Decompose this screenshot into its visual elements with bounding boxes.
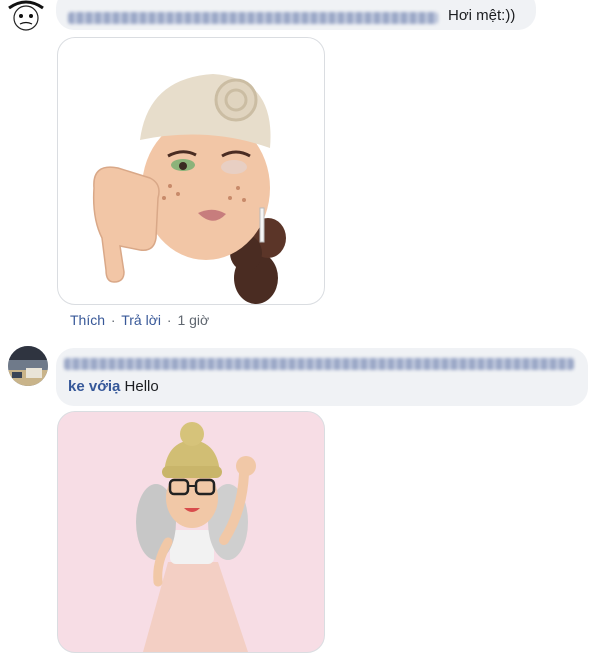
tagged-name[interactable]: ke với [68, 378, 112, 395]
comment-actions: Thích · Trả lời · 1 giờ [70, 312, 209, 328]
avatar-drawing-icon [8, 0, 44, 31]
commenter-avatar[interactable] [8, 346, 48, 386]
separator: · [110, 312, 116, 328]
comment-text: Hello [124, 378, 159, 395]
avatar-photo-icon [8, 346, 48, 386]
redacted-text [64, 358, 574, 370]
redacted-text [68, 12, 438, 24]
timestamp[interactable]: 1 giờ [177, 312, 209, 328]
like-link[interactable]: Thích [70, 312, 105, 328]
sticker-waving[interactable] [57, 411, 325, 653]
reply-link[interactable]: Trả lời [121, 312, 161, 328]
sticker-thumbs-down[interactable] [57, 37, 325, 305]
memoji-waving-icon [136, 422, 256, 652]
separator: · [166, 312, 172, 328]
tag-suffix: ạ [112, 378, 121, 395]
comment-line: ke vớiạ Hello [68, 377, 159, 397]
comment-text: Hơi mệt:)) [448, 7, 516, 24]
comment-bubble: Hơi mệt:)) [56, 0, 536, 30]
comment-bubble: ke vớiạ Hello [56, 348, 588, 406]
commenter-avatar[interactable] [6, 0, 46, 34]
memoji-thumbs-down-icon [92, 74, 286, 304]
